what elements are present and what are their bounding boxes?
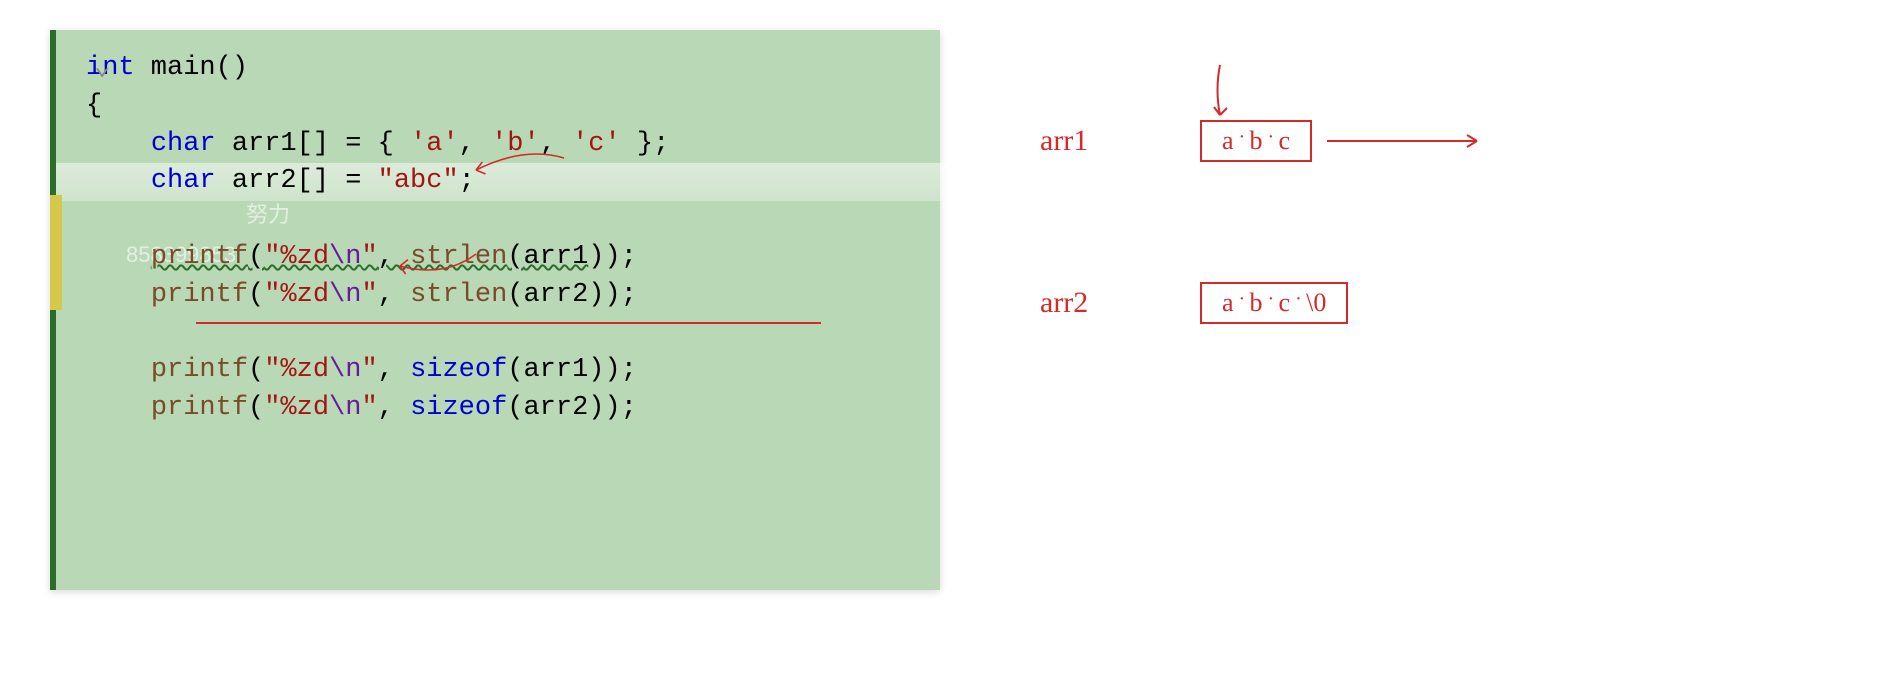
code-line-printf-sizeof-arr2: printf("%zd\n", sizeof(arr2)); xyxy=(86,390,930,428)
memory-diagram-panel: arr1 a b c arr2 a b c \0 xyxy=(940,0,1892,689)
cell-b: b xyxy=(1242,126,1271,156)
diagram-label-arr2: arr2 xyxy=(1040,286,1170,320)
diagram-row-arr1: arr1 a b c xyxy=(940,120,1892,162)
code-line-open-brace: { xyxy=(86,88,930,126)
code-line-signature: ⌄int main() xyxy=(86,50,930,88)
collapse-marker-icon: ⌄ xyxy=(94,50,110,88)
annotation-arrow-1 xyxy=(446,150,586,190)
overflow-arrow-icon xyxy=(1322,126,1492,156)
annotation-arrow-2 xyxy=(376,250,496,290)
memory-box-arr1: a b c xyxy=(1200,120,1312,162)
change-marker xyxy=(50,195,62,310)
code-line-printf-strlen-arr2: printf("%zd\n", strlen(arr2)); xyxy=(86,277,930,315)
code-content: 努力 858399853 ⌄int main() { char arr1[] =… xyxy=(56,30,940,438)
cell-a2: a xyxy=(1214,288,1242,318)
cell-null: \0 xyxy=(1298,288,1334,318)
cell-b2: b xyxy=(1242,288,1271,318)
cell-c: c xyxy=(1271,126,1299,156)
code-line-printf-sizeof-arr1: printf("%zd\n", sizeof(arr1)); xyxy=(86,352,930,390)
diagram-row-arr2: arr2 a b c \0 xyxy=(940,282,1892,324)
cell-a: a xyxy=(1214,126,1242,156)
code-editor-panel: 努力 858399853 ⌄int main() { char arr1[] =… xyxy=(50,30,940,590)
memory-box-arr2: a b c \0 xyxy=(1200,282,1348,324)
code-line-blank-1 xyxy=(86,201,930,239)
code-line-blank-2 xyxy=(86,315,930,353)
code-line-printf-strlen-arr1: printf("%zd\n", strlen(arr1)); xyxy=(86,239,930,277)
red-underline-annotation xyxy=(196,322,821,324)
pointer-arrow-icon xyxy=(1200,60,1240,130)
cell-c2: c xyxy=(1271,288,1299,318)
diagram-label-arr1: arr1 xyxy=(1040,124,1170,158)
